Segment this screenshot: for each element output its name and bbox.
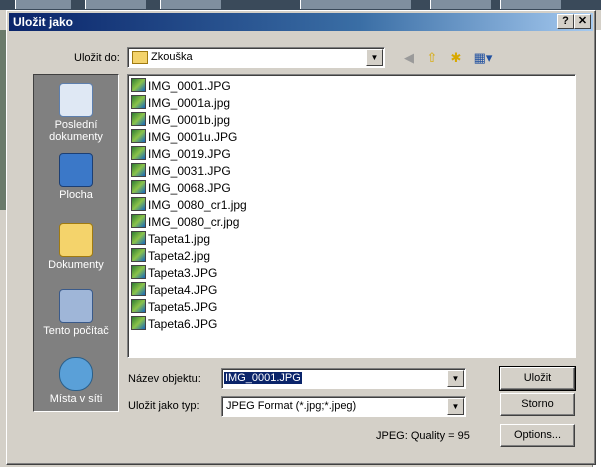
list-item[interactable]: IMG_0080_cr1.jpg [131,197,247,213]
desktop-icon [59,153,93,187]
image-file-icon [131,180,146,194]
background-thumbnail-strip [0,0,601,10]
list-item[interactable]: Tapeta2.jpg [131,248,210,264]
folder-icon [132,51,148,64]
list-item[interactable]: IMG_0001.JPG [131,78,231,94]
save-in-value: Zkouška [151,51,193,63]
filetype-value: JPEG Format (*.jpg;*.jpeg) [226,400,357,412]
chevron-down-icon[interactable]: ▼ [366,49,383,66]
up-folder-icon[interactable]: ⇧ [423,49,441,67]
background-thumbnail [430,0,491,9]
image-file-icon [131,282,146,296]
places-item-network[interactable]: Místa v síti [34,357,118,405]
filename-value: IMG_0001.JPG [224,372,302,384]
window-title: Uložit jako [13,15,74,29]
save-in-label: Uložit do: [74,52,120,64]
image-file-icon [131,316,146,330]
quality-text: JPEG: Quality = 95 [376,430,470,442]
chevron-down-icon[interactable]: ▼ [447,370,464,387]
filename-field[interactable]: IMG_0001.JPG ▼ [221,368,466,389]
image-file-icon [131,248,146,262]
cancel-button[interactable]: Storno [500,393,575,416]
close-button[interactable]: ✕ [574,14,591,29]
help-button[interactable]: ? [557,14,574,29]
background-thumbnail [15,0,71,9]
options-button[interactable]: Options... [500,424,575,447]
image-file-icon [131,265,146,279]
places-item-label: Tento počítač [43,325,109,337]
chevron-down-icon[interactable]: ▼ [447,398,464,415]
places-bar: Poslední dokumenty Plocha Dokumenty Tent… [33,74,119,412]
image-file-icon [131,197,146,211]
background-thumbnail [160,0,221,9]
new-folder-icon[interactable]: ✱ [447,49,465,67]
list-item[interactable]: Tapeta3.JPG [131,265,217,281]
places-item-desktop[interactable]: Plocha [34,153,118,201]
list-item[interactable]: Tapeta4.JPG [131,282,217,298]
places-item-label: Plocha [59,189,93,201]
list-item[interactable]: Tapeta6.JPG [131,316,217,332]
places-item-documents[interactable]: Dokumenty [34,223,118,271]
documents-folder-icon [59,223,93,257]
image-file-icon [131,214,146,228]
file-list[interactable]: IMG_0001.JPG IMG_0001a.jpg IMG_0001b.jpg… [127,74,576,358]
places-item-recent[interactable]: Poslední dokumenty [34,83,118,143]
save-in-dropdown[interactable]: Zkouška ▼ [127,47,385,68]
list-item[interactable]: IMG_0068.JPG [131,180,231,196]
image-file-icon [131,112,146,126]
image-file-icon [131,129,146,143]
list-item[interactable]: IMG_0001u.JPG [131,129,237,145]
views-menu-icon[interactable]: ▦▾ [471,49,495,67]
back-arrow-icon[interactable]: ◀ [400,49,418,67]
image-file-icon [131,78,146,92]
list-item[interactable]: IMG_0031.JPG [131,163,231,179]
places-item-my-computer[interactable]: Tento počítač [34,289,118,337]
background-thumbnail [85,0,146,9]
places-item-label: Poslední dokumenty [49,119,103,143]
list-item[interactable]: IMG_0001a.jpg [131,95,230,111]
filetype-label: Uložit jako typ: [128,400,200,412]
filename-label: Název objektu: [128,373,201,385]
background-thumbnail [500,0,561,9]
save-button[interactable]: Uložit [499,366,576,391]
places-item-label: Místa v síti [49,393,103,405]
image-file-icon [131,231,146,245]
my-computer-icon [59,289,93,323]
image-file-icon [131,95,146,109]
background-thumbnail [300,0,411,9]
save-as-dialog: Uložit jako ? ✕ Uložit do: Zkouška ▼ ◀ ⇧… [6,10,596,465]
image-file-icon [131,163,146,177]
title-bar: Uložit jako [9,13,593,31]
places-item-label: Dokumenty [48,259,104,271]
list-item[interactable]: Tapeta1.jpg [131,231,210,247]
list-item[interactable]: Tapeta5.JPG [131,299,217,315]
filetype-dropdown[interactable]: JPEG Format (*.jpg;*.jpeg) ▼ [221,396,466,417]
list-item[interactable]: IMG_0001b.jpg [131,112,230,128]
list-item[interactable]: IMG_0019.JPG [131,146,231,162]
image-file-icon [131,146,146,160]
image-file-icon [131,299,146,313]
list-item[interactable]: IMG_0080_cr.jpg [131,214,239,230]
network-places-icon [59,357,93,391]
recent-documents-icon [59,83,93,117]
